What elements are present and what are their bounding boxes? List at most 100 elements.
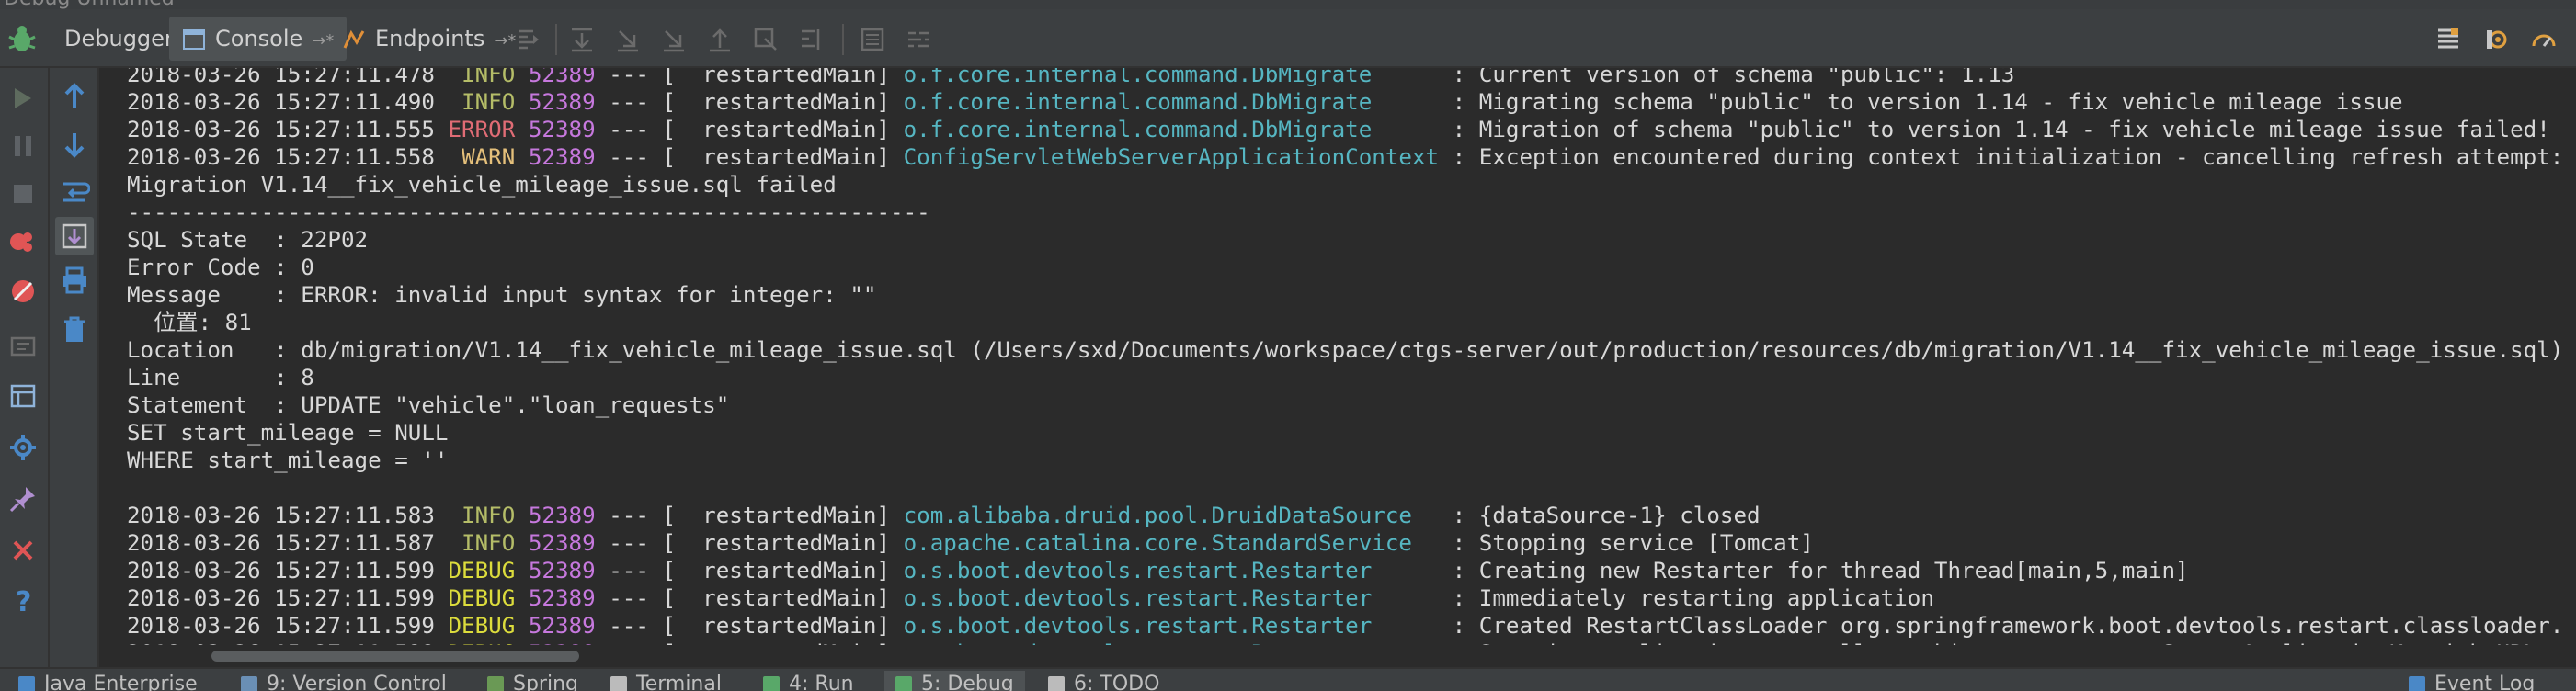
log-logger: com.alibaba.druid.pool.DruidDataSource <box>903 503 1440 528</box>
tool-java-enterprise[interactable]: Java Enterprise <box>18 671 198 691</box>
scroll-down-arrow-icon[interactable] <box>59 129 90 160</box>
print-icon[interactable] <box>59 265 90 296</box>
debug-actions-sidebar: ? <box>0 68 50 667</box>
log-text: ----------------------------------------… <box>127 199 930 225</box>
vertical-scrollbar[interactable] <box>2565 68 2576 645</box>
rerun-icon[interactable] <box>7 83 39 114</box>
tool-terminal[interactable]: Terminal <box>610 671 722 691</box>
view-breakpoints-icon[interactable] <box>7 226 39 257</box>
tool-debug-label: 5: Debug <box>921 673 1014 691</box>
mute-breakpoints-icon[interactable] <box>7 276 39 307</box>
console-line: 2018-03-26 15:27:11.555 ERROR 52389 --- … <box>127 116 2576 143</box>
layout-icon[interactable] <box>7 380 39 412</box>
log-text: 2018-03-26 15:27:11.599 <box>127 585 449 611</box>
debug-icon <box>895 676 912 691</box>
tool-spring-label: Spring <box>513 673 578 691</box>
restore-layout-icon[interactable] <box>2434 26 2462 53</box>
log-logger: o.f.core.internal.command.DbMigrate <box>903 89 1440 115</box>
close-icon[interactable] <box>7 535 39 566</box>
tool-debug[interactable]: 5: Debug <box>884 671 1025 691</box>
scroll-to-end-button[interactable] <box>55 217 94 255</box>
console-line <box>127 474 2576 502</box>
tool-spring[interactable]: Spring <box>487 671 578 691</box>
log-warn: WARN <box>462 144 516 170</box>
run-to-cursor-icon[interactable] <box>798 26 826 53</box>
help-icon[interactable]: ? <box>7 584 39 616</box>
settings-gear-icon[interactable] <box>7 432 39 463</box>
console-line: Location : db/migration/V1.14__fix_vehic… <box>127 336 2576 364</box>
console-line: 2018-03-26 15:27:11.490 INFO 52389 --- [… <box>127 88 2576 116</box>
tab-endpoints[interactable]: Endpoints →* <box>329 17 529 61</box>
tool-todo[interactable]: 6: TODO <box>1048 671 1159 691</box>
log-text: : Stopping service [Tomcat] <box>1439 530 1814 556</box>
pin-tab-icon[interactable] <box>7 483 39 515</box>
log-text: Line : 8 <box>127 365 314 391</box>
log-text: 2018-03-26 15:27:11.599 <box>127 558 449 583</box>
log-text: --- [ restartedMain] <box>595 613 904 639</box>
log-text: : {dataSource-1} closed <box>1439 503 1761 528</box>
tab-debugger[interactable]: Debugger <box>51 17 187 61</box>
tab-console[interactable]: Console →* <box>169 17 348 61</box>
horizontal-scrollbar[interactable] <box>101 645 2576 667</box>
log-debug: DEBUG <box>448 585 516 611</box>
step-out-icon[interactable] <box>706 26 734 53</box>
console-line: Migration V1.14__fix_vehicle_mileage_iss… <box>127 171 2576 198</box>
console-line: 2018-03-26 15:27:11.558 WARN 52389 --- [… <box>127 143 2576 171</box>
log-debug: DEBUG <box>448 558 516 583</box>
log-text: : Immediately restarting application <box>1439 585 1934 611</box>
log-text: : Current version of schema "public": 1.… <box>1439 68 2015 87</box>
log-text: : Migrating schema "public" to version 1… <box>1439 89 2403 115</box>
tool-run[interactable]: 4: Run <box>763 671 854 691</box>
console-line: SET start_mileage = NULL <box>127 419 2576 447</box>
endpoints-icon <box>343 29 365 49</box>
force-step-into-icon[interactable] <box>660 26 688 53</box>
soft-wrap-icon[interactable] <box>59 176 90 208</box>
tool-version-control-label: 9: Version Control <box>267 673 447 691</box>
log-pid: 52389 <box>528 530 596 556</box>
log-text: 2018-03-26 15:27:11.555 <box>127 117 449 142</box>
trace-current-stream-icon[interactable] <box>905 26 932 53</box>
log-text: --- [ restartedMain] <box>595 558 904 583</box>
horizontal-scrollbar-thumb[interactable] <box>211 651 579 662</box>
log-text: 2018-03-26 15:27:11.587 <box>127 530 462 556</box>
get-thread-dump-icon[interactable] <box>7 331 39 362</box>
tool-terminal-label: Terminal <box>636 673 722 691</box>
log-text: --- [ restartedMain] <box>595 503 904 528</box>
step-into-icon[interactable] <box>614 26 642 53</box>
log-text: : Created RestartClassLoader org.springf… <box>1439 613 2576 639</box>
log-text: Error Code : 0 <box>127 255 314 280</box>
log-pid: 52389 <box>528 144 596 170</box>
console-line: Line : 8 <box>127 364 2576 391</box>
gauge-icon[interactable] <box>2530 26 2558 53</box>
step-over-icon[interactable] <box>568 26 596 53</box>
log-text: Statement : UPDATE "vehicle"."loan_reque… <box>127 392 730 418</box>
log-debug: DEBUG <box>448 613 516 639</box>
tool-event-log[interactable]: Event Log <box>2409 671 2535 691</box>
window-title: Debug Unnamed <box>4 0 175 9</box>
pause-icon[interactable] <box>7 130 39 162</box>
clear-all-trash-icon[interactable] <box>59 314 90 346</box>
tool-version-control[interactable]: 9: Version Control <box>241 671 447 691</box>
log-pid: 52389 <box>528 68 596 87</box>
log-text: --- [ restartedMain] <box>595 68 904 87</box>
show-execution-point-icon[interactable] <box>515 26 542 53</box>
log-text: : Exception encountered during context i… <box>1439 144 2576 170</box>
evaluate-expression-icon[interactable] <box>859 26 886 53</box>
settings-icon[interactable] <box>2484 26 2512 53</box>
scroll-up-arrow-icon[interactable] <box>59 81 90 112</box>
console-output[interactable]: 2018-03-26 15:27:11.478 INFO 52389 --- [… <box>101 68 2576 645</box>
log-logger: o.f.core.internal.command.DbMigrate <box>903 68 1440 87</box>
log-text: --- [ restartedMain] <box>595 144 904 170</box>
event-log-icon <box>2409 676 2425 691</box>
drop-frame-icon[interactable] <box>752 26 780 53</box>
console-line: 2018-03-26 15:27:11.587 INFO 52389 --- [… <box>127 529 2576 557</box>
stop-icon[interactable] <box>7 178 39 210</box>
